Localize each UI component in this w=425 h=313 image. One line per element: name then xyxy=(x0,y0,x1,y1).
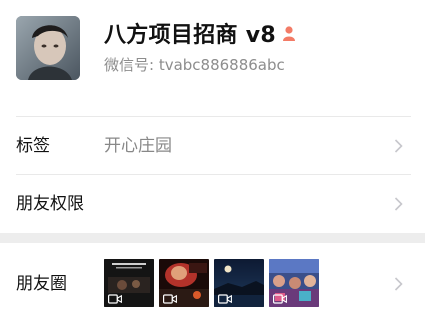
name-row: 八方项目招商 v8 xyxy=(104,18,296,48)
moments-thumbnails xyxy=(104,259,319,307)
row-tags-value: 开心庄园 xyxy=(104,136,172,156)
row-friend-permissions-label: 朋友权限 xyxy=(16,194,84,214)
moments-thumbnail[interactable] xyxy=(104,259,154,307)
video-icon xyxy=(108,294,122,304)
profile-header[interactable]: 八方项目招商 v8 微信号: tvabc886886abc xyxy=(0,0,425,116)
chevron-right-icon xyxy=(394,277,403,291)
video-icon xyxy=(163,294,177,304)
chevron-right-icon xyxy=(394,197,403,211)
chevron-right-icon xyxy=(394,139,403,153)
avatar-image xyxy=(16,16,80,80)
row-friend-permissions[interactable]: 朋友权限 xyxy=(0,175,425,233)
video-icon xyxy=(273,294,287,304)
moments-thumbnail[interactable] xyxy=(159,259,209,307)
row-tags[interactable]: 标签 开心庄园 xyxy=(0,117,425,175)
section-gap xyxy=(0,233,425,243)
row-moments-label: 朋友圈 xyxy=(16,274,67,294)
wechat-id-label: 微信号: xyxy=(104,56,159,74)
wechat-id-value: tvabc886886abc xyxy=(158,56,285,74)
profile-name: 八方项目招商 v8 xyxy=(104,23,277,48)
row-tags-label: 标签 xyxy=(16,136,50,156)
female-person-icon xyxy=(283,26,296,41)
moments-thumbnail[interactable] xyxy=(214,259,264,307)
moments-thumbnail[interactable] xyxy=(269,259,319,307)
wechat-id: 微信号: tvabc886886abc xyxy=(104,54,285,75)
avatar[interactable] xyxy=(16,16,80,80)
video-icon xyxy=(218,294,232,304)
